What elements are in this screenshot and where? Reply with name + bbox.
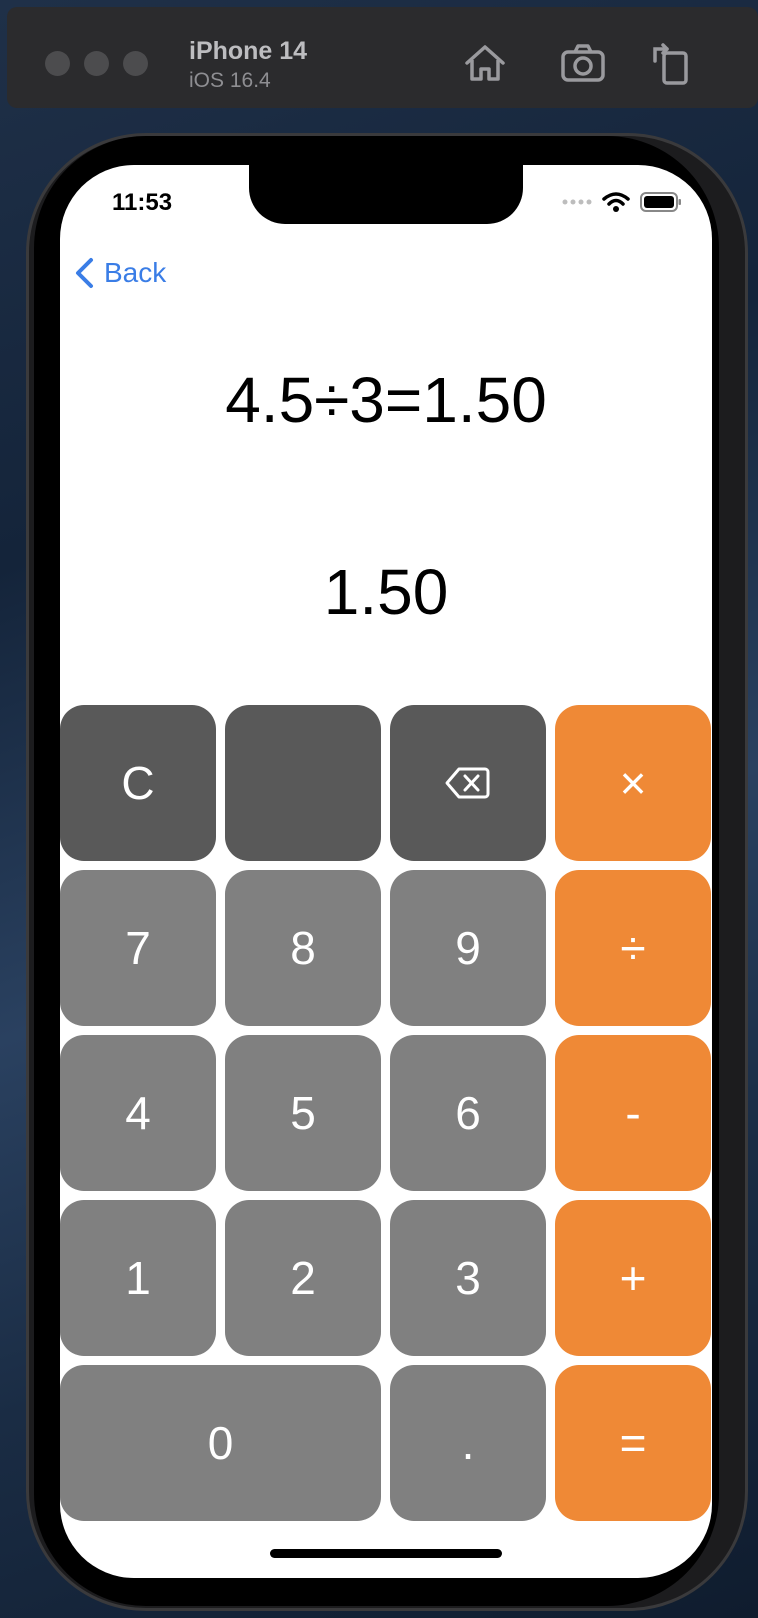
subtract-button[interactable]: - bbox=[555, 1035, 711, 1191]
result-display: 1.50 bbox=[323, 556, 449, 628]
window-close-button[interactable] bbox=[45, 51, 70, 76]
blank-button[interactable] bbox=[225, 705, 381, 861]
home-indicator[interactable] bbox=[270, 1549, 502, 1558]
equals-button[interactable]: = bbox=[555, 1365, 711, 1521]
digit-4-button[interactable]: 4 bbox=[60, 1035, 216, 1191]
digit-1-button[interactable]: 1 bbox=[60, 1200, 216, 1356]
rotate-icon[interactable] bbox=[647, 39, 695, 87]
keypad: C × 7 8 9 ÷ 4 5 6 - 1 2 3 + 0 . = bbox=[60, 705, 712, 1521]
wifi-icon bbox=[602, 192, 630, 212]
digit-3-button[interactable]: 3 bbox=[390, 1200, 546, 1356]
digit-0-button[interactable]: 0 bbox=[60, 1365, 381, 1521]
status-icons bbox=[562, 191, 682, 213]
screenshot-icon[interactable] bbox=[559, 39, 607, 87]
clear-button[interactable]: C bbox=[60, 705, 216, 861]
back-label: Back bbox=[104, 257, 167, 288]
notch bbox=[249, 165, 523, 224]
decimal-button[interactable]: . bbox=[390, 1365, 546, 1521]
backspace-icon bbox=[445, 767, 490, 799]
digit-7-button[interactable]: 7 bbox=[60, 870, 216, 1026]
divide-button[interactable]: ÷ bbox=[555, 870, 711, 1026]
multiply-button[interactable]: × bbox=[555, 705, 711, 861]
status-time: 11:53 bbox=[112, 189, 173, 216]
simulator-toolbar: iPhone 14 iOS 16.4 bbox=[7, 7, 758, 108]
back-button[interactable]: Back bbox=[74, 257, 166, 289]
device-name: iPhone 14 bbox=[189, 37, 308, 65]
digit-8-button[interactable]: 8 bbox=[225, 870, 381, 1026]
digit-6-button[interactable]: 6 bbox=[390, 1035, 546, 1191]
backspace-button[interactable] bbox=[390, 705, 546, 861]
expression-display: 4.5÷3=1.50 bbox=[225, 364, 547, 436]
app-screen: 11:53 Back 4.5÷3=1.50 1.50 C × 7 8 9 ÷ 4… bbox=[60, 165, 712, 1578]
window-minimize-button[interactable] bbox=[84, 51, 109, 76]
signal-icon bbox=[562, 199, 592, 205]
digit-5-button[interactable]: 5 bbox=[225, 1035, 381, 1191]
digit-2-button[interactable]: 2 bbox=[225, 1200, 381, 1356]
chevron-left-icon bbox=[76, 258, 93, 288]
battery-icon bbox=[640, 192, 681, 212]
digit-9-button[interactable]: 9 bbox=[390, 870, 546, 1026]
home-icon[interactable] bbox=[461, 39, 509, 87]
add-button[interactable]: + bbox=[555, 1200, 711, 1356]
window-zoom-button[interactable] bbox=[123, 51, 148, 76]
os-version: iOS 16.4 bbox=[189, 69, 271, 92]
